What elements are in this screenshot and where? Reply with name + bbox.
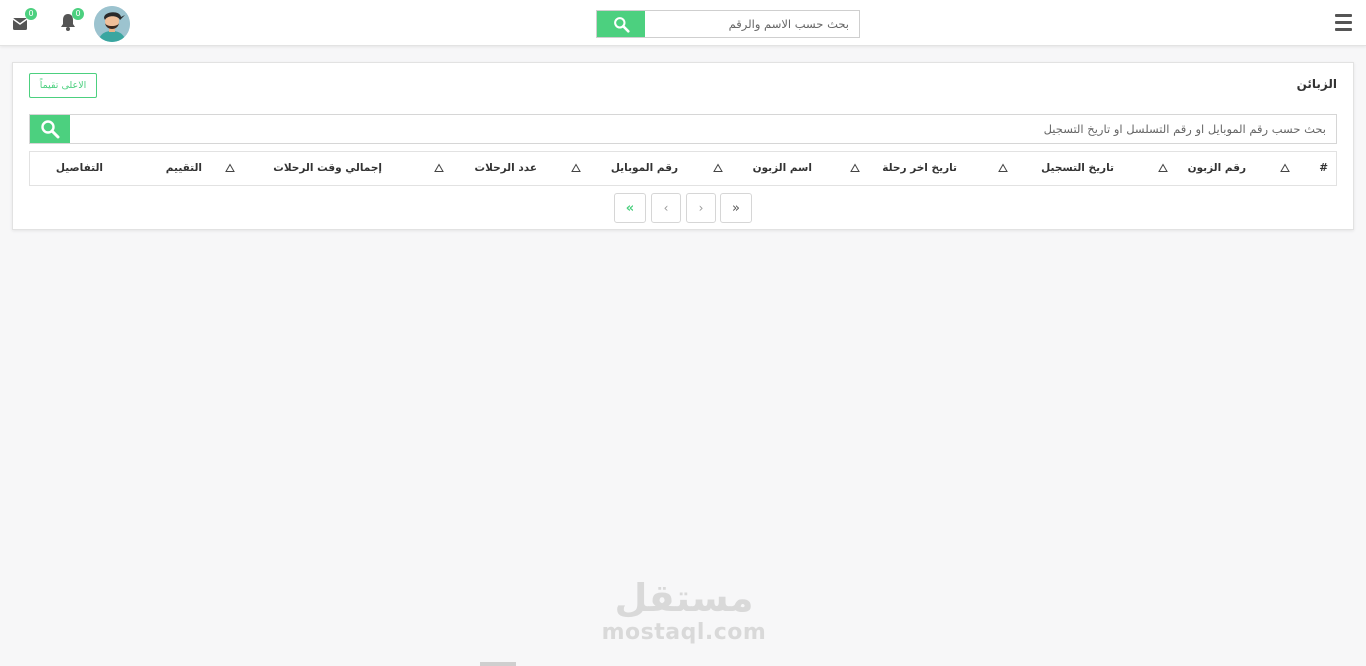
column-header-customer-number[interactable]: رقم الزبون xyxy=(1188,152,1246,185)
column-header-mobile-number[interactable]: رقم الموبايل xyxy=(611,152,678,185)
sort-triangle-icon[interactable] xyxy=(713,163,723,173)
sort-triangle-icon[interactable] xyxy=(850,163,860,173)
pagination-prev-button[interactable]: ‹ xyxy=(686,193,716,223)
top-navbar: 0 0 xyxy=(0,0,1366,46)
mostaql-watermark: مستقل mostaql.com xyxy=(598,576,770,654)
column-header-trips-count[interactable]: عدد الرحلات xyxy=(475,152,537,185)
column-header-total-trips-time[interactable]: إجمالي وقت الرحلات xyxy=(273,152,382,185)
customers-search-bar xyxy=(29,114,1337,144)
top-search-button[interactable] xyxy=(597,11,645,37)
messages-button[interactable]: 0 xyxy=(11,8,37,34)
notifications-button[interactable]: 0 xyxy=(58,8,84,34)
horizontal-scrollbar-thumb[interactable] xyxy=(480,662,516,666)
watermark-latin-text: mostaql.com xyxy=(601,620,767,645)
pagination-first-button[interactable]: « xyxy=(720,193,752,223)
column-header-index[interactable]: # xyxy=(1319,152,1328,185)
column-header-last-trip-date[interactable]: تاريخ اخر رحلة xyxy=(882,152,957,185)
top-search-bar xyxy=(596,10,860,38)
pagination-last-button[interactable]: » xyxy=(614,193,646,223)
customers-search-input[interactable] xyxy=(70,115,1336,143)
top-search-input[interactable] xyxy=(645,11,859,37)
notifications-badge: 0 xyxy=(72,8,84,20)
top-rated-button[interactable]: الاعلى تقيماً xyxy=(29,73,97,98)
sort-triangle-icon[interactable] xyxy=(434,163,444,173)
sort-triangle-icon[interactable] xyxy=(998,163,1008,173)
user-avatar[interactable] xyxy=(94,6,130,42)
customers-search-button[interactable] xyxy=(30,115,70,143)
pagination-next-button[interactable]: › xyxy=(651,193,681,223)
search-icon xyxy=(41,120,60,139)
hamburger-menu-icon[interactable] xyxy=(1335,14,1352,31)
sort-triangle-icon[interactable] xyxy=(1158,163,1168,173)
column-header-registration-date[interactable]: تاريخ التسجيل xyxy=(1041,152,1114,185)
sort-triangle-icon[interactable] xyxy=(571,163,581,173)
sort-triangle-icon[interactable] xyxy=(225,163,235,173)
column-header-details: التفاصيل xyxy=(55,162,103,174)
search-icon xyxy=(613,16,630,33)
watermark-arabic-text: مستقل xyxy=(614,576,754,620)
customers-table-header: # رقم الزبون تاريخ التسجيل تاريخ اخر رحل… xyxy=(29,151,1337,186)
sort-triangle-icon[interactable] xyxy=(1280,163,1290,173)
customers-card: الزبائن الاعلى تقيماً # رقم الزبون تاريخ… xyxy=(12,62,1354,230)
avatar-image xyxy=(94,6,130,42)
page-title: الزبائن xyxy=(1296,77,1337,91)
column-header-customer-name[interactable]: اسم الزبون xyxy=(753,152,812,185)
messages-badge: 0 xyxy=(25,8,37,20)
column-header-rating[interactable]: التقييم xyxy=(166,152,202,185)
